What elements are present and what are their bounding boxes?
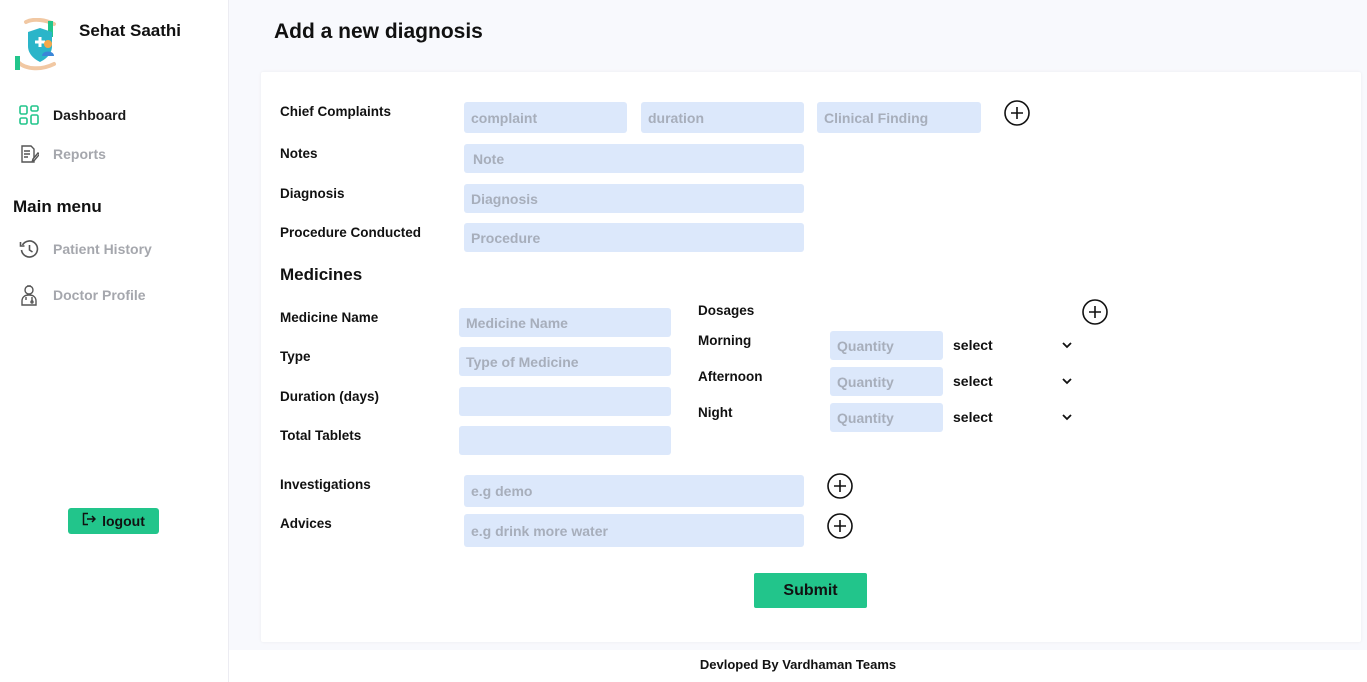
afternoon-label: Afternoon <box>698 369 763 384</box>
afternoon-quantity-input[interactable] <box>830 367 943 396</box>
afternoon-timing-select[interactable]: select <box>953 370 1073 392</box>
chevron-down-icon <box>1061 372 1073 390</box>
morning-quantity-input[interactable] <box>830 331 943 360</box>
doctor-icon <box>18 284 40 306</box>
duration-days-input[interactable] <box>459 387 671 416</box>
medicine-name-label: Medicine Name <box>280 310 379 325</box>
complaint-input[interactable] <box>464 102 627 133</box>
investigations-label: Investigations <box>280 477 371 492</box>
logout-icon <box>82 512 97 531</box>
select-value: select <box>953 337 993 353</box>
add-medicine-button[interactable] <box>1081 298 1109 331</box>
reports-icon <box>18 143 40 165</box>
footer-credit: Devloped By Vardhaman Teams <box>229 650 1367 682</box>
clinical-finding-input[interactable] <box>817 102 981 133</box>
sidebar-item-doctor-profile[interactable]: Doctor Profile <box>18 284 146 306</box>
select-value: select <box>953 373 993 389</box>
medicine-name-input[interactable] <box>459 308 671 337</box>
sidebar-item-label: Dashboard <box>53 107 127 123</box>
medicine-type-input[interactable] <box>459 347 671 376</box>
sidebar-item-label: Reports <box>53 146 106 162</box>
sidebar-item-reports[interactable]: Reports <box>18 143 106 165</box>
note-input[interactable] <box>464 144 804 173</box>
morning-label: Morning <box>698 333 752 348</box>
advices-input[interactable] <box>464 514 804 547</box>
sidebar-item-dashboard[interactable]: Dashboard <box>18 104 126 126</box>
submit-button[interactable]: Submit <box>754 573 867 608</box>
history-icon <box>18 238 40 260</box>
night-label: Night <box>698 405 733 420</box>
advices-label: Advices <box>280 516 332 531</box>
procedure-label: Procedure Conducted <box>280 225 422 240</box>
total-tablets-label: Total Tablets <box>280 428 362 443</box>
morning-timing-select[interactable]: select <box>953 334 1073 356</box>
medicines-heading: Medicines <box>280 265 363 284</box>
logout-label: logout <box>102 513 145 529</box>
sidebar-item-label: Patient History <box>53 241 152 257</box>
add-complaint-button[interactable] <box>1003 99 1031 132</box>
logo-icon <box>14 17 66 77</box>
brand <box>14 17 66 77</box>
duration-days-label: Duration (days) <box>280 389 380 404</box>
add-investigation-button[interactable] <box>826 472 854 505</box>
diagnosis-form-card <box>261 72 1361 642</box>
dosages-label: Dosages <box>698 303 755 318</box>
add-advice-button[interactable] <box>826 512 854 545</box>
sidebar: Sehat Saathi Dashboard Reports Main menu <box>0 0 229 682</box>
sidebar-item-patient-history[interactable]: Patient History <box>18 238 152 260</box>
select-value: select <box>953 409 993 425</box>
chevron-down-icon <box>1061 408 1073 426</box>
notes-label: Notes <box>280 146 318 161</box>
diagnosis-label: Diagnosis <box>280 186 345 201</box>
page-title: Add a new diagnosis <box>274 20 483 43</box>
investigations-input[interactable] <box>464 475 804 507</box>
plus-circle-icon <box>826 512 854 545</box>
type-label: Type <box>280 349 311 364</box>
plus-circle-icon <box>826 472 854 505</box>
dashboard-icon <box>18 104 40 126</box>
plus-circle-icon <box>1003 99 1031 132</box>
chevron-down-icon <box>1061 336 1073 354</box>
duration-input[interactable] <box>641 102 804 133</box>
plus-circle-icon <box>1081 298 1109 331</box>
chief-complaints-label: Chief Complaints <box>280 104 392 119</box>
sidebar-item-label: Doctor Profile <box>53 287 146 303</box>
night-timing-select[interactable]: select <box>953 406 1073 428</box>
night-quantity-input[interactable] <box>830 403 943 432</box>
total-tablets-input[interactable] <box>459 426 671 455</box>
main-menu-heading: Main menu <box>13 197 102 216</box>
procedure-input[interactable] <box>464 223 804 252</box>
diagnosis-input[interactable] <box>464 184 804 213</box>
app-name: Sehat Saathi <box>79 21 182 40</box>
logout-button[interactable]: logout <box>68 508 159 534</box>
